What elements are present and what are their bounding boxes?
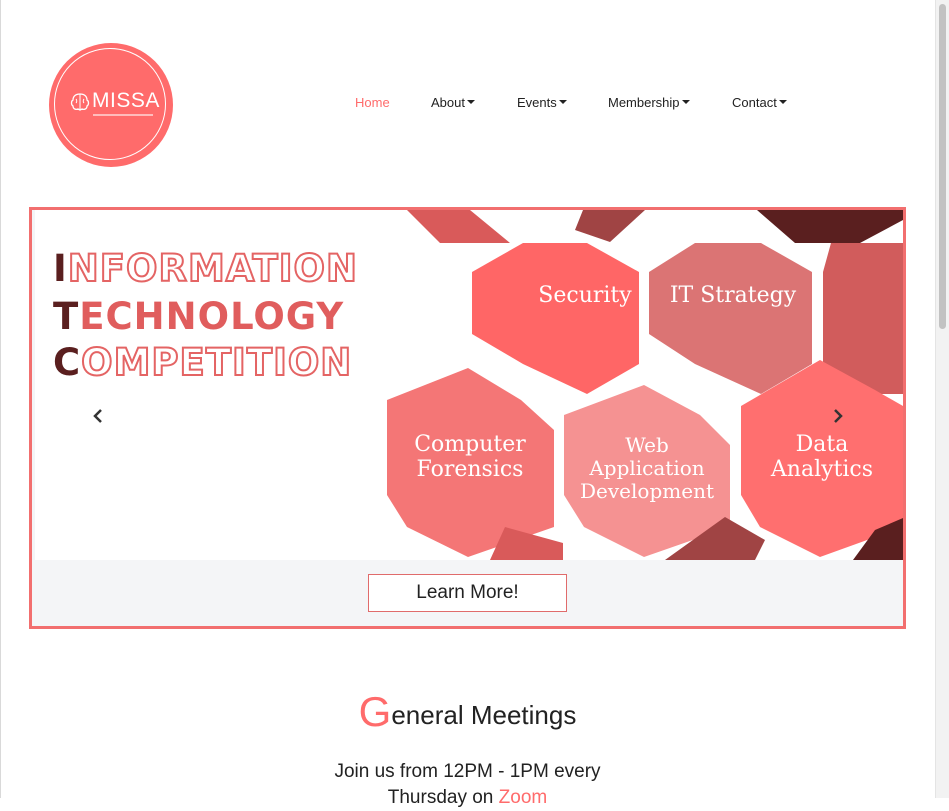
- learn-more-button[interactable]: Learn More!: [368, 574, 567, 612]
- section-title: General Meetings: [0, 688, 935, 736]
- missa-logo[interactable]: MISSA: [49, 43, 173, 167]
- scrollbar[interactable]: [935, 0, 949, 798]
- hex-webdev-label: Web Application Development: [580, 433, 714, 503]
- nav-about-label: About: [431, 95, 465, 110]
- meeting-time: Join us from 12PM - 1PM every: [334, 761, 601, 782]
- headline-rest: OMPETITION: [80, 341, 353, 384]
- headline-initial: T: [53, 295, 80, 338]
- chevron-left-icon: [93, 409, 102, 423]
- nav-about[interactable]: About: [431, 95, 475, 110]
- headline-initial: I: [53, 247, 68, 290]
- nav-events[interactable]: Events: [517, 95, 567, 110]
- headline-line-3: COMPETITION: [53, 341, 353, 384]
- headline-line-1: INFORMATION: [53, 247, 358, 290]
- caret-down-icon: [778, 100, 787, 104]
- title-initial: G: [358, 688, 392, 735]
- nav-membership[interactable]: Membership: [608, 95, 690, 110]
- scrollbar-thumb[interactable]: [939, 4, 946, 329]
- nav-events-label: Events: [517, 95, 557, 110]
- carousel-slide[interactable]: INFORMATION TECHNOLOGY COMPETITION Secur…: [35, 210, 903, 560]
- nav-home[interactable]: Home: [355, 95, 390, 110]
- headline-line-2: TECHNOLOGY: [53, 298, 344, 335]
- logo-text: MISSA: [92, 89, 160, 112]
- carousel-prev-button[interactable]: [88, 406, 108, 426]
- hex-forensics-label: Computer Forensics: [414, 432, 526, 483]
- headline-rest: ECHNOLOGY: [79, 295, 345, 338]
- hex-security-label: Security: [538, 283, 632, 308]
- brain-icon: [70, 93, 90, 111]
- caret-down-icon: [466, 100, 475, 104]
- logo-tagline: [93, 114, 153, 116]
- carousel-next-button[interactable]: [828, 406, 848, 426]
- caret-down-icon: [681, 100, 690, 104]
- title-rest: eneral Meetings: [391, 700, 577, 730]
- hero-carousel: INFORMATION TECHNOLOGY COMPETITION Secur…: [29, 207, 906, 629]
- meeting-info: Join us from 12PM - 1PM every Thursday o…: [0, 759, 935, 811]
- hex-it-strategy-label: IT Strategy: [669, 283, 797, 308]
- headline-initial: C: [53, 341, 82, 384]
- chevron-right-icon: [834, 409, 843, 423]
- meeting-place: Thursday on Zoom: [0, 785, 935, 811]
- hex-analytics-label: Data Analytics: [770, 432, 874, 483]
- caret-down-icon: [558, 100, 567, 104]
- headline-rest: NFORMATION: [67, 247, 358, 290]
- nav-contact-label: Contact: [732, 95, 777, 110]
- nav-membership-label: Membership: [608, 95, 680, 110]
- nav-contact[interactable]: Contact: [732, 95, 787, 110]
